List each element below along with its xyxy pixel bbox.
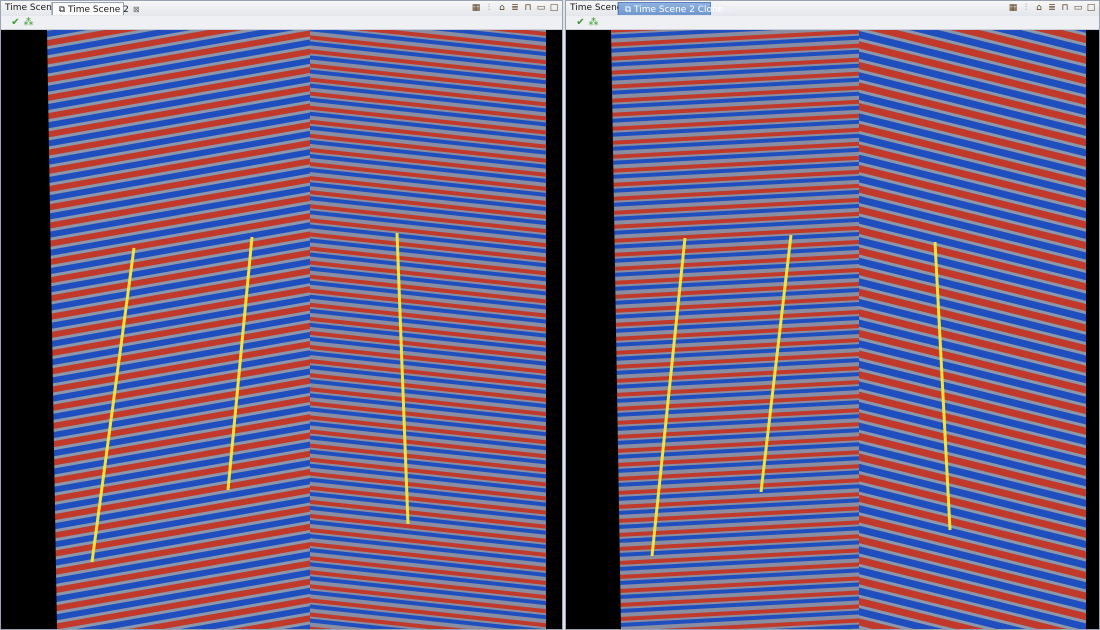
minimize-icon[interactable]: ▭ [1072, 2, 1084, 14]
tab-time-scene-1[interactable]: Time Scene 1 [1, 2, 66, 15]
left-seismic-scene [1, 30, 562, 629]
right-sub-toolbar: ✔ ⁂ [566, 16, 1099, 30]
seismic-section-left [611, 30, 859, 629]
nodes-icon[interactable]: ⁂ [23, 17, 34, 28]
nodes-icon[interactable]: ⁂ [588, 17, 599, 28]
lock-icon[interactable]: ⊓ [522, 2, 534, 14]
left-sub-toolbar: ✔ ⁂ [1, 16, 562, 30]
left-tab-bar: Time Scene 1 ⧉ Time Scene 2 ⊠ ▦ ⫶ ⌂ ≣ ⊓ ▭ … [1, 1, 562, 17]
seismic-section-left [47, 30, 310, 629]
right-tab-bar: Time Scene 3 ⧉ Time Scene 2 Clone ⊗ ▦ ⫶ ⌂ … [566, 1, 1099, 17]
lock-icon[interactable]: ⊓ [1059, 2, 1071, 14]
left-toolbar: ▦ ⫶ ⌂ ≣ ⊓ ▭ □ [470, 2, 560, 15]
tab-label: Time Scene 2 [68, 5, 129, 15]
layers-icon[interactable]: ≣ [1046, 2, 1058, 14]
tab-time-scene-2-clone[interactable]: ⧉ Time Scene 2 Clone ⊗ [618, 2, 734, 15]
grid-icon[interactable]: ▦ [470, 2, 482, 14]
grid-icon[interactable]: ▦ [1007, 2, 1019, 14]
right-3d-viewport[interactable] [566, 30, 1099, 629]
maximize-icon[interactable]: □ [548, 2, 560, 14]
minimize-icon[interactable]: ▭ [535, 2, 547, 14]
house-icon[interactable]: ⌂ [496, 2, 508, 14]
house-icon[interactable]: ⌂ [1033, 2, 1045, 14]
close-icon[interactable]: ⊗ [727, 5, 734, 14]
left-scene-panel: Time Scene 1 ⧉ Time Scene 2 ⊠ ▦ ⫶ ⌂ ≣ ⊓ ▭ … [0, 0, 563, 630]
right-toolbar: ▦ ⫶ ⌂ ≣ ⊓ ▭ □ [1007, 2, 1097, 15]
tab-label: Time Scene 2 Clone [634, 5, 724, 15]
seismic-section-right [310, 30, 546, 629]
close-icon[interactable]: ⊠ [133, 5, 140, 14]
tab-time-scene-2[interactable]: ⧉ Time Scene 2 ⊠ [52, 2, 140, 15]
maximize-icon[interactable]: □ [1085, 2, 1097, 14]
left-3d-viewport[interactable] [1, 30, 562, 629]
tab-time-scene-3[interactable]: Time Scene 3 [566, 2, 631, 15]
right-scene-panel: Time Scene 3 ⧉ Time Scene 2 Clone ⊗ ▦ ⫶ ⌂ … [565, 0, 1100, 630]
right-seismic-scene [566, 30, 1099, 629]
check-icon[interactable]: ✔ [10, 17, 21, 28]
check-icon[interactable]: ✔ [575, 17, 586, 28]
seismic-section-right [859, 30, 1086, 629]
bars-icon[interactable]: ⫶ [483, 2, 495, 14]
bars-icon[interactable]: ⫶ [1020, 2, 1032, 14]
layers-icon[interactable]: ≣ [509, 2, 521, 14]
